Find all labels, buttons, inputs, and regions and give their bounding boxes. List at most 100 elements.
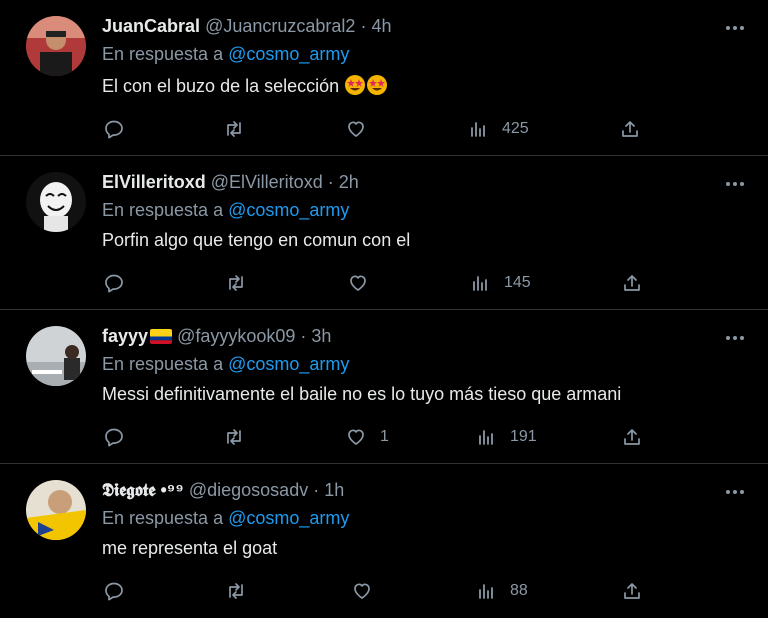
tweet-header: JuanCabral @Juancruzcabral2 · 4h [102, 16, 391, 37]
mention-link[interactable]: @cosmo_army [228, 200, 349, 220]
separator-dot: · [300, 326, 307, 346]
timestamp[interactable]: 3h [311, 326, 331, 346]
view-count: 145 [504, 274, 531, 291]
share-icon [624, 275, 640, 291]
reply-prefix: En respuesta a [102, 508, 224, 528]
tweet-text: El con el buzo de la selección [102, 74, 388, 97]
share-button[interactable] [622, 272, 642, 294]
more-options-icon[interactable] [724, 330, 746, 340]
tweet[interactable]: JuanCabral @Juancruzcabral2 · 4h En resp… [0, 0, 768, 156]
more-options-icon[interactable] [724, 484, 746, 494]
reply-icon [105, 428, 123, 447]
user-handle[interactable]: @Juancruzcabral2 [205, 16, 355, 36]
star-struck-icon [366, 74, 388, 96]
avatar[interactable] [26, 16, 86, 76]
tweet-actions: 425 [0, 118, 768, 140]
reply-icon [105, 120, 123, 139]
view-count: 191 [510, 428, 537, 445]
views-chart-icon [471, 122, 485, 137]
more-options-icon[interactable] [724, 20, 746, 30]
tweet-text: Messi definitivamente el baile no es lo … [102, 384, 621, 405]
tweet[interactable]: 𝕯𝖎𝖊𝖌𝖔𝖙𝖊 •⁹⁹ @diegososadv · 1h En respues… [0, 464, 768, 618]
avatar[interactable] [26, 172, 86, 232]
display-name[interactable]: ElVilleritoxd [102, 172, 206, 192]
share-button[interactable] [620, 118, 640, 140]
heart-icon [348, 121, 364, 137]
user-handle[interactable]: @diegososadv [189, 480, 308, 500]
tweet-actions: 1 191 [0, 426, 768, 448]
reply-icon [105, 274, 123, 293]
views-button[interactable]: 145 [470, 272, 531, 294]
tweet-header: 𝕯𝖎𝖊𝖌𝖔𝖙𝖊 •⁹⁹ @diegososadv · 1h [102, 480, 344, 501]
reply-icon [105, 582, 123, 601]
reply-prefix: En respuesta a [102, 354, 224, 374]
mention-link[interactable]: @cosmo_army [228, 44, 349, 64]
retweet-button[interactable] [224, 426, 244, 448]
more-options-icon[interactable] [724, 176, 746, 186]
share-icon [624, 583, 640, 599]
timestamp[interactable]: 2h [339, 172, 359, 192]
reply-context: En respuesta a @cosmo_army [102, 200, 349, 221]
retweet-icon [227, 429, 241, 445]
views-chart-icon [473, 276, 487, 291]
avatar[interactable] [26, 480, 86, 540]
retweet-button[interactable] [224, 118, 244, 140]
views-chart-icon [479, 430, 493, 445]
colombia-flag-icon [150, 329, 173, 344]
timestamp[interactable]: 4h [371, 16, 391, 36]
retweet-button[interactable] [226, 272, 246, 294]
tweet-header: ElVilleritoxd @ElVilleritoxd · 2h [102, 172, 359, 193]
like-button[interactable] [352, 580, 386, 602]
share-button[interactable] [622, 580, 642, 602]
heart-icon [354, 583, 370, 599]
mention-link[interactable]: @cosmo_army [228, 508, 349, 528]
separator-dot: · [313, 480, 320, 500]
reply-context: En respuesta a @cosmo_army [102, 44, 349, 65]
heart-icon [348, 429, 364, 445]
views-button[interactable]: 425 [468, 118, 529, 140]
reply-context: En respuesta a @cosmo_army [102, 508, 349, 529]
tweet-text-body: Porfin algo que tengo en comun con el [102, 230, 411, 250]
like-count: 1 [380, 428, 389, 445]
tweet[interactable]: ElVilleritoxd @ElVilleritoxd · 2h En res… [0, 156, 768, 310]
reply-button[interactable] [104, 118, 124, 140]
separator-dot: · [327, 172, 334, 192]
timestamp[interactable]: 1h [324, 480, 344, 500]
tweet-text-body: me representa el goat [102, 538, 278, 558]
separator-dot: · [360, 16, 367, 36]
star-struck-icon [344, 74, 366, 96]
view-count: 425 [502, 120, 529, 137]
like-button[interactable] [348, 272, 382, 294]
display-name[interactable]: JuanCabral [102, 16, 200, 36]
views-chart-icon [479, 584, 493, 599]
avatar[interactable] [26, 326, 86, 386]
display-name[interactable]: 𝕯𝖎𝖊𝖌𝖔𝖙𝖊 •⁹⁹ [102, 480, 184, 500]
tweet-header: fayyy @fayyykook09 · 3h [102, 326, 331, 347]
retweet-button[interactable] [226, 580, 246, 602]
tweet-actions: 88 [0, 580, 768, 602]
heart-icon [350, 275, 366, 291]
user-handle[interactable]: @ElVilleritoxd [211, 172, 323, 192]
reply-prefix: En respuesta a [102, 44, 224, 64]
like-button[interactable] [346, 118, 380, 140]
reply-prefix: En respuesta a [102, 200, 224, 220]
reply-button[interactable] [104, 580, 124, 602]
tweet[interactable]: fayyy @fayyykook09 · 3h En respuesta a @… [0, 310, 768, 464]
view-count: 88 [510, 582, 528, 599]
share-icon [624, 429, 640, 445]
retweet-icon [227, 121, 241, 137]
display-name[interactable]: fayyy [102, 326, 148, 346]
tweet-text-body: El con el buzo de la selección [102, 76, 340, 96]
views-button[interactable]: 191 [476, 426, 537, 448]
tweet-text: Porfin algo que tengo en comun con el [102, 230, 410, 251]
reply-button[interactable] [104, 272, 124, 294]
views-button[interactable]: 88 [476, 580, 528, 602]
like-button[interactable]: 1 [346, 426, 389, 448]
share-button[interactable] [622, 426, 642, 448]
user-handle[interactable]: @fayyykook09 [177, 326, 295, 346]
tweet-text-body: Messi definitivamente el baile no es lo … [102, 384, 622, 404]
reply-button[interactable] [104, 426, 124, 448]
mention-link[interactable]: @cosmo_army [228, 354, 349, 374]
reply-context: En respuesta a @cosmo_army [102, 354, 349, 375]
tweet-text: me representa el goat [102, 538, 277, 559]
